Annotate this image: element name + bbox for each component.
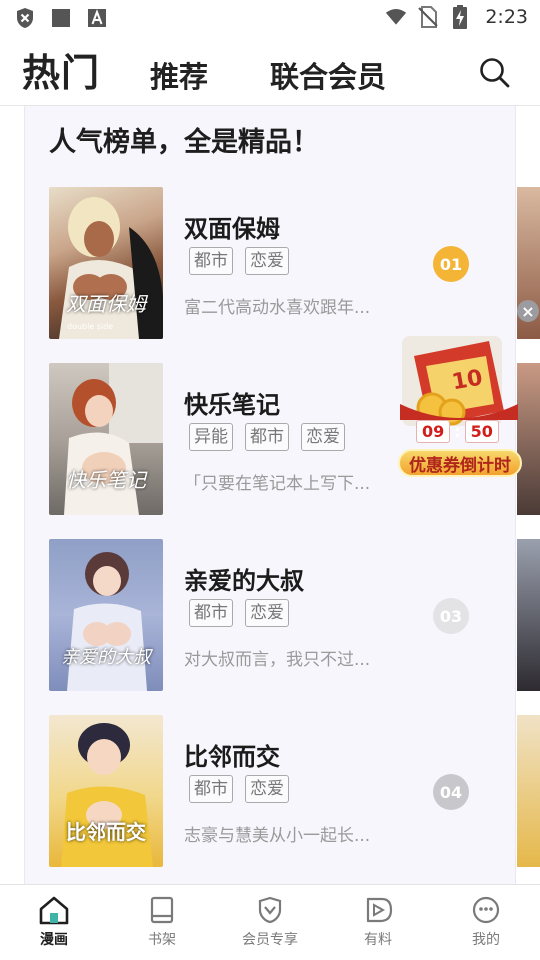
close-icon[interactable]: × bbox=[517, 300, 539, 322]
ranking-panel: 人气榜单，全是精品！ 双面保姆 double side 双面保姆 都市 恋爱 富… bbox=[24, 106, 540, 884]
comic-cover[interactable]: 比邻而交 bbox=[49, 715, 163, 867]
comic-description: 「只要在笔记本上写下... bbox=[184, 474, 371, 494]
nav-item-vip[interactable]: 会员专享 bbox=[225, 895, 315, 949]
comic-cover[interactable]: 快乐笔记 bbox=[49, 363, 163, 515]
tag-list: 都市 恋爱 bbox=[189, 247, 289, 275]
tag[interactable]: 都市 bbox=[189, 599, 233, 627]
comic-cover[interactable]: 亲爱的大叔 bbox=[49, 539, 163, 691]
tag[interactable]: 恋爱 bbox=[301, 423, 345, 451]
shield-x-icon bbox=[14, 7, 36, 29]
nav-label: 会员专享 bbox=[242, 932, 298, 948]
comic-description: 对大叔而言，我只不过... bbox=[184, 650, 371, 670]
tag[interactable]: 都市 bbox=[189, 775, 233, 803]
coupon-amount: 10 bbox=[450, 365, 485, 396]
search-icon[interactable] bbox=[478, 56, 512, 90]
next-cover-peek bbox=[517, 715, 540, 867]
tag-list: 异能 都市 恋爱 bbox=[189, 423, 345, 451]
status-bar: 2:23 bbox=[0, 0, 540, 36]
next-cover-peek bbox=[517, 539, 540, 691]
tag-list: 都市 恋爱 bbox=[189, 775, 289, 803]
ranking-title: 人气榜单，全是精品！ bbox=[49, 127, 319, 158]
comic-title[interactable]: 亲爱的大叔 bbox=[184, 561, 304, 596]
tab-recommend[interactable]: 推荐 bbox=[150, 54, 208, 96]
comic-title[interactable]: 双面保姆 bbox=[184, 209, 280, 244]
vip-shield-icon bbox=[225, 895, 315, 925]
tag[interactable]: 恋爱 bbox=[245, 599, 289, 627]
play-bubble-icon bbox=[333, 895, 423, 925]
rank-badge: 03 bbox=[433, 598, 469, 634]
smile-icon bbox=[441, 895, 531, 925]
tag[interactable]: 恋爱 bbox=[245, 775, 289, 803]
status-time: 2:23 bbox=[485, 6, 528, 28]
coupon-timer: 09 : 50 bbox=[416, 420, 499, 443]
timer-seconds: 50 bbox=[464, 420, 499, 443]
comic-description: 志豪与慧美从小一起长... bbox=[184, 826, 371, 846]
ranking-item-3[interactable]: 亲爱的大叔 亲爱的大叔 都市 恋爱 对大叔而言，我只不过... 03 bbox=[49, 539, 517, 691]
coupon-label[interactable]: 优惠券倒计时 bbox=[398, 449, 522, 477]
wifi-icon bbox=[385, 6, 407, 28]
text-a-icon bbox=[86, 7, 108, 29]
nav-item-profile[interactable]: 我的 bbox=[441, 895, 531, 949]
bottom-nav: 漫画 书架 会员专享 有料 我的 bbox=[0, 884, 540, 960]
comic-title[interactable]: 比邻而交 bbox=[184, 737, 280, 772]
comic-title[interactable]: 快乐笔记 bbox=[184, 385, 280, 420]
nav-label: 漫画 bbox=[40, 932, 68, 948]
nav-item-bookshelf[interactable]: 书架 bbox=[117, 895, 207, 949]
cover-title: 双面保姆 bbox=[66, 292, 146, 316]
rank-badge: 01 bbox=[433, 246, 469, 282]
nav-item-content[interactable]: 有料 bbox=[333, 895, 423, 949]
nav-label: 有料 bbox=[364, 932, 392, 948]
comic-description: 富二代高动水喜欢跟年... bbox=[184, 298, 371, 318]
cover-title: 亲爱的大叔 bbox=[61, 647, 151, 668]
timer-minutes: 09 bbox=[416, 420, 451, 443]
square-icon bbox=[50, 7, 72, 29]
nav-label: 我的 bbox=[472, 932, 500, 948]
comic-cover[interactable]: 双面保姆 double side bbox=[49, 187, 163, 339]
tag[interactable]: 都市 bbox=[245, 423, 289, 451]
tab-joint-membership[interactable]: 联合会员 bbox=[270, 54, 386, 96]
nav-label: 书架 bbox=[148, 932, 176, 948]
tab-hot[interactable]: 热门 bbox=[22, 42, 100, 97]
ranking-item-4[interactable]: 比邻而交 比邻而交 都市 恋爱 志豪与慧美从小一起长... 04 bbox=[49, 715, 517, 867]
tag[interactable]: 都市 bbox=[189, 247, 233, 275]
tag[interactable]: 恋爱 bbox=[245, 247, 289, 275]
cover-subtitle: double side bbox=[67, 322, 114, 331]
cover-title: 比邻而交 bbox=[66, 820, 146, 844]
tag[interactable]: 异能 bbox=[189, 423, 233, 451]
home-icon bbox=[9, 895, 99, 925]
tag-list: 都市 恋爱 bbox=[189, 599, 289, 627]
battery-charging-icon bbox=[449, 5, 471, 29]
top-tab-bar: 热门 推荐 联合会员 bbox=[0, 36, 540, 106]
no-sim-icon bbox=[417, 6, 439, 28]
book-icon bbox=[117, 895, 207, 925]
rank-badge: 04 bbox=[433, 774, 469, 810]
nav-item-comics[interactable]: 漫画 bbox=[9, 895, 99, 949]
cover-title: 快乐笔记 bbox=[66, 468, 146, 492]
